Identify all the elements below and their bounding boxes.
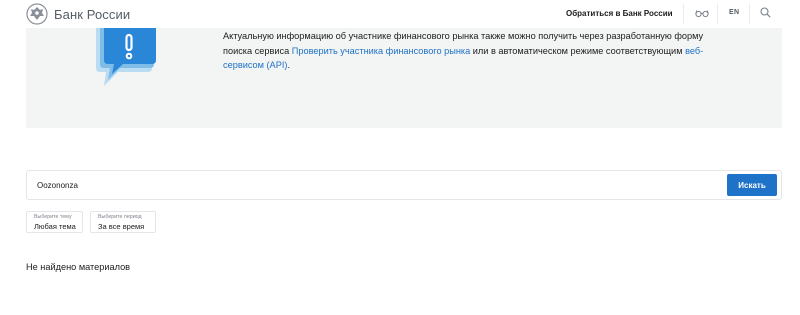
period-filter-select[interactable]: Выберите период За все время bbox=[90, 211, 156, 233]
search-button[interactable]: Искать bbox=[727, 174, 777, 196]
period-filter-label: Выберите период bbox=[98, 214, 142, 220]
search-box bbox=[26, 170, 782, 200]
language-switch-button[interactable]: EN bbox=[729, 9, 739, 16]
topic-filter-label: Выберите тему bbox=[34, 214, 72, 220]
header-divider bbox=[683, 4, 684, 24]
info-text: Актуальную информацию об участнике финан… bbox=[223, 29, 723, 73]
bank-emblem-icon bbox=[26, 3, 48, 25]
header-divider bbox=[749, 4, 750, 24]
header-divider bbox=[717, 4, 718, 24]
site-header: Банк России Обратиться в Банк России EN bbox=[0, 0, 800, 28]
info-speech-bubble-icon bbox=[96, 28, 156, 86]
topic-filter-select[interactable]: Выберите тему Любая тема bbox=[26, 211, 83, 233]
check-participant-link[interactable]: Проверить участника финансового рынка bbox=[292, 46, 470, 56]
contact-bank-link[interactable]: Обратиться в Банк России bbox=[566, 9, 673, 18]
no-results-message: Не найдено материалов bbox=[26, 262, 131, 272]
info-banner: Актуальную информацию об участнике финан… bbox=[26, 28, 782, 128]
glasses-icon[interactable] bbox=[695, 8, 709, 18]
search-icon[interactable] bbox=[760, 7, 771, 18]
info-text-part: . bbox=[287, 60, 290, 70]
topic-filter-value: Любая тема bbox=[34, 222, 76, 231]
logo[interactable]: Банк России bbox=[26, 3, 130, 25]
search-input[interactable] bbox=[37, 179, 727, 191]
logo-text: Банк России bbox=[54, 6, 131, 22]
period-filter-value: За все время bbox=[98, 222, 145, 231]
info-text-part: или в автоматическом режиме соответствую… bbox=[470, 45, 686, 56]
